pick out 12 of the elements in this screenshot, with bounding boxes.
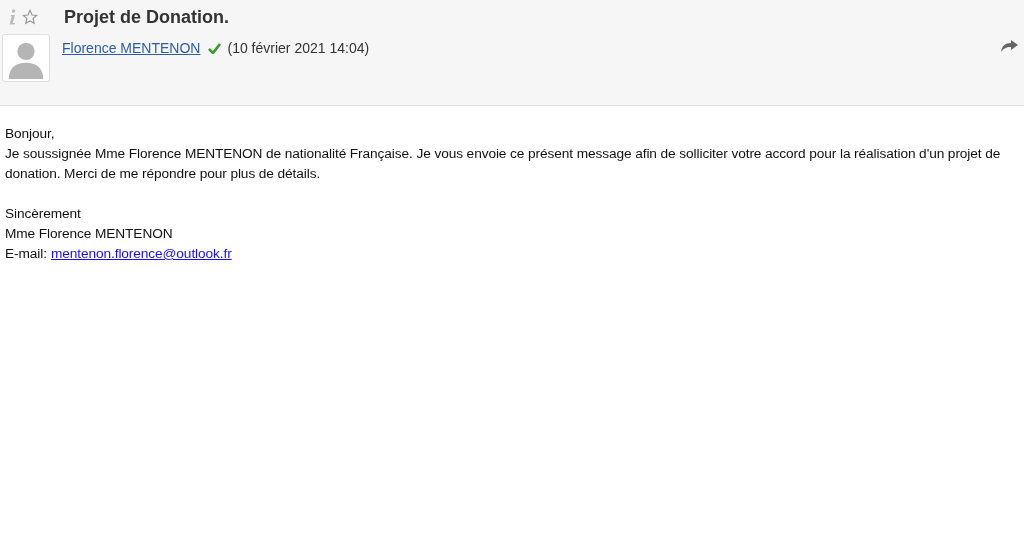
message-subject: Projet de Donation. bbox=[64, 5, 229, 29]
star-icon[interactable] bbox=[22, 9, 38, 25]
closing-text: Sincèrement bbox=[5, 205, 82, 223]
email-link[interactable]: mentenon.florence@outlook.fr bbox=[50, 244, 232, 264]
info-icon[interactable] bbox=[8, 9, 16, 25]
message-date: (10 février 2021 14:04) bbox=[227, 39, 370, 58]
email-label: E-mail: bbox=[5, 245, 47, 263]
greeting-text: Bonjour, bbox=[5, 125, 56, 143]
sender-link[interactable]: Florence MENTENON bbox=[62, 38, 201, 59]
body-paragraph: Je soussignée Mme Florence MENTENON de nationalité Française. Je vous envoie ce présent message afin de solliciter votre accord pour la réalisation d'un projet de donation. Merci de me répondre pour plus de détails. bbox=[5, 145, 1002, 183]
forward-icon[interactable] bbox=[1001, 40, 1018, 52]
signature-text: Mme Florence MENTENON bbox=[5, 225, 174, 243]
